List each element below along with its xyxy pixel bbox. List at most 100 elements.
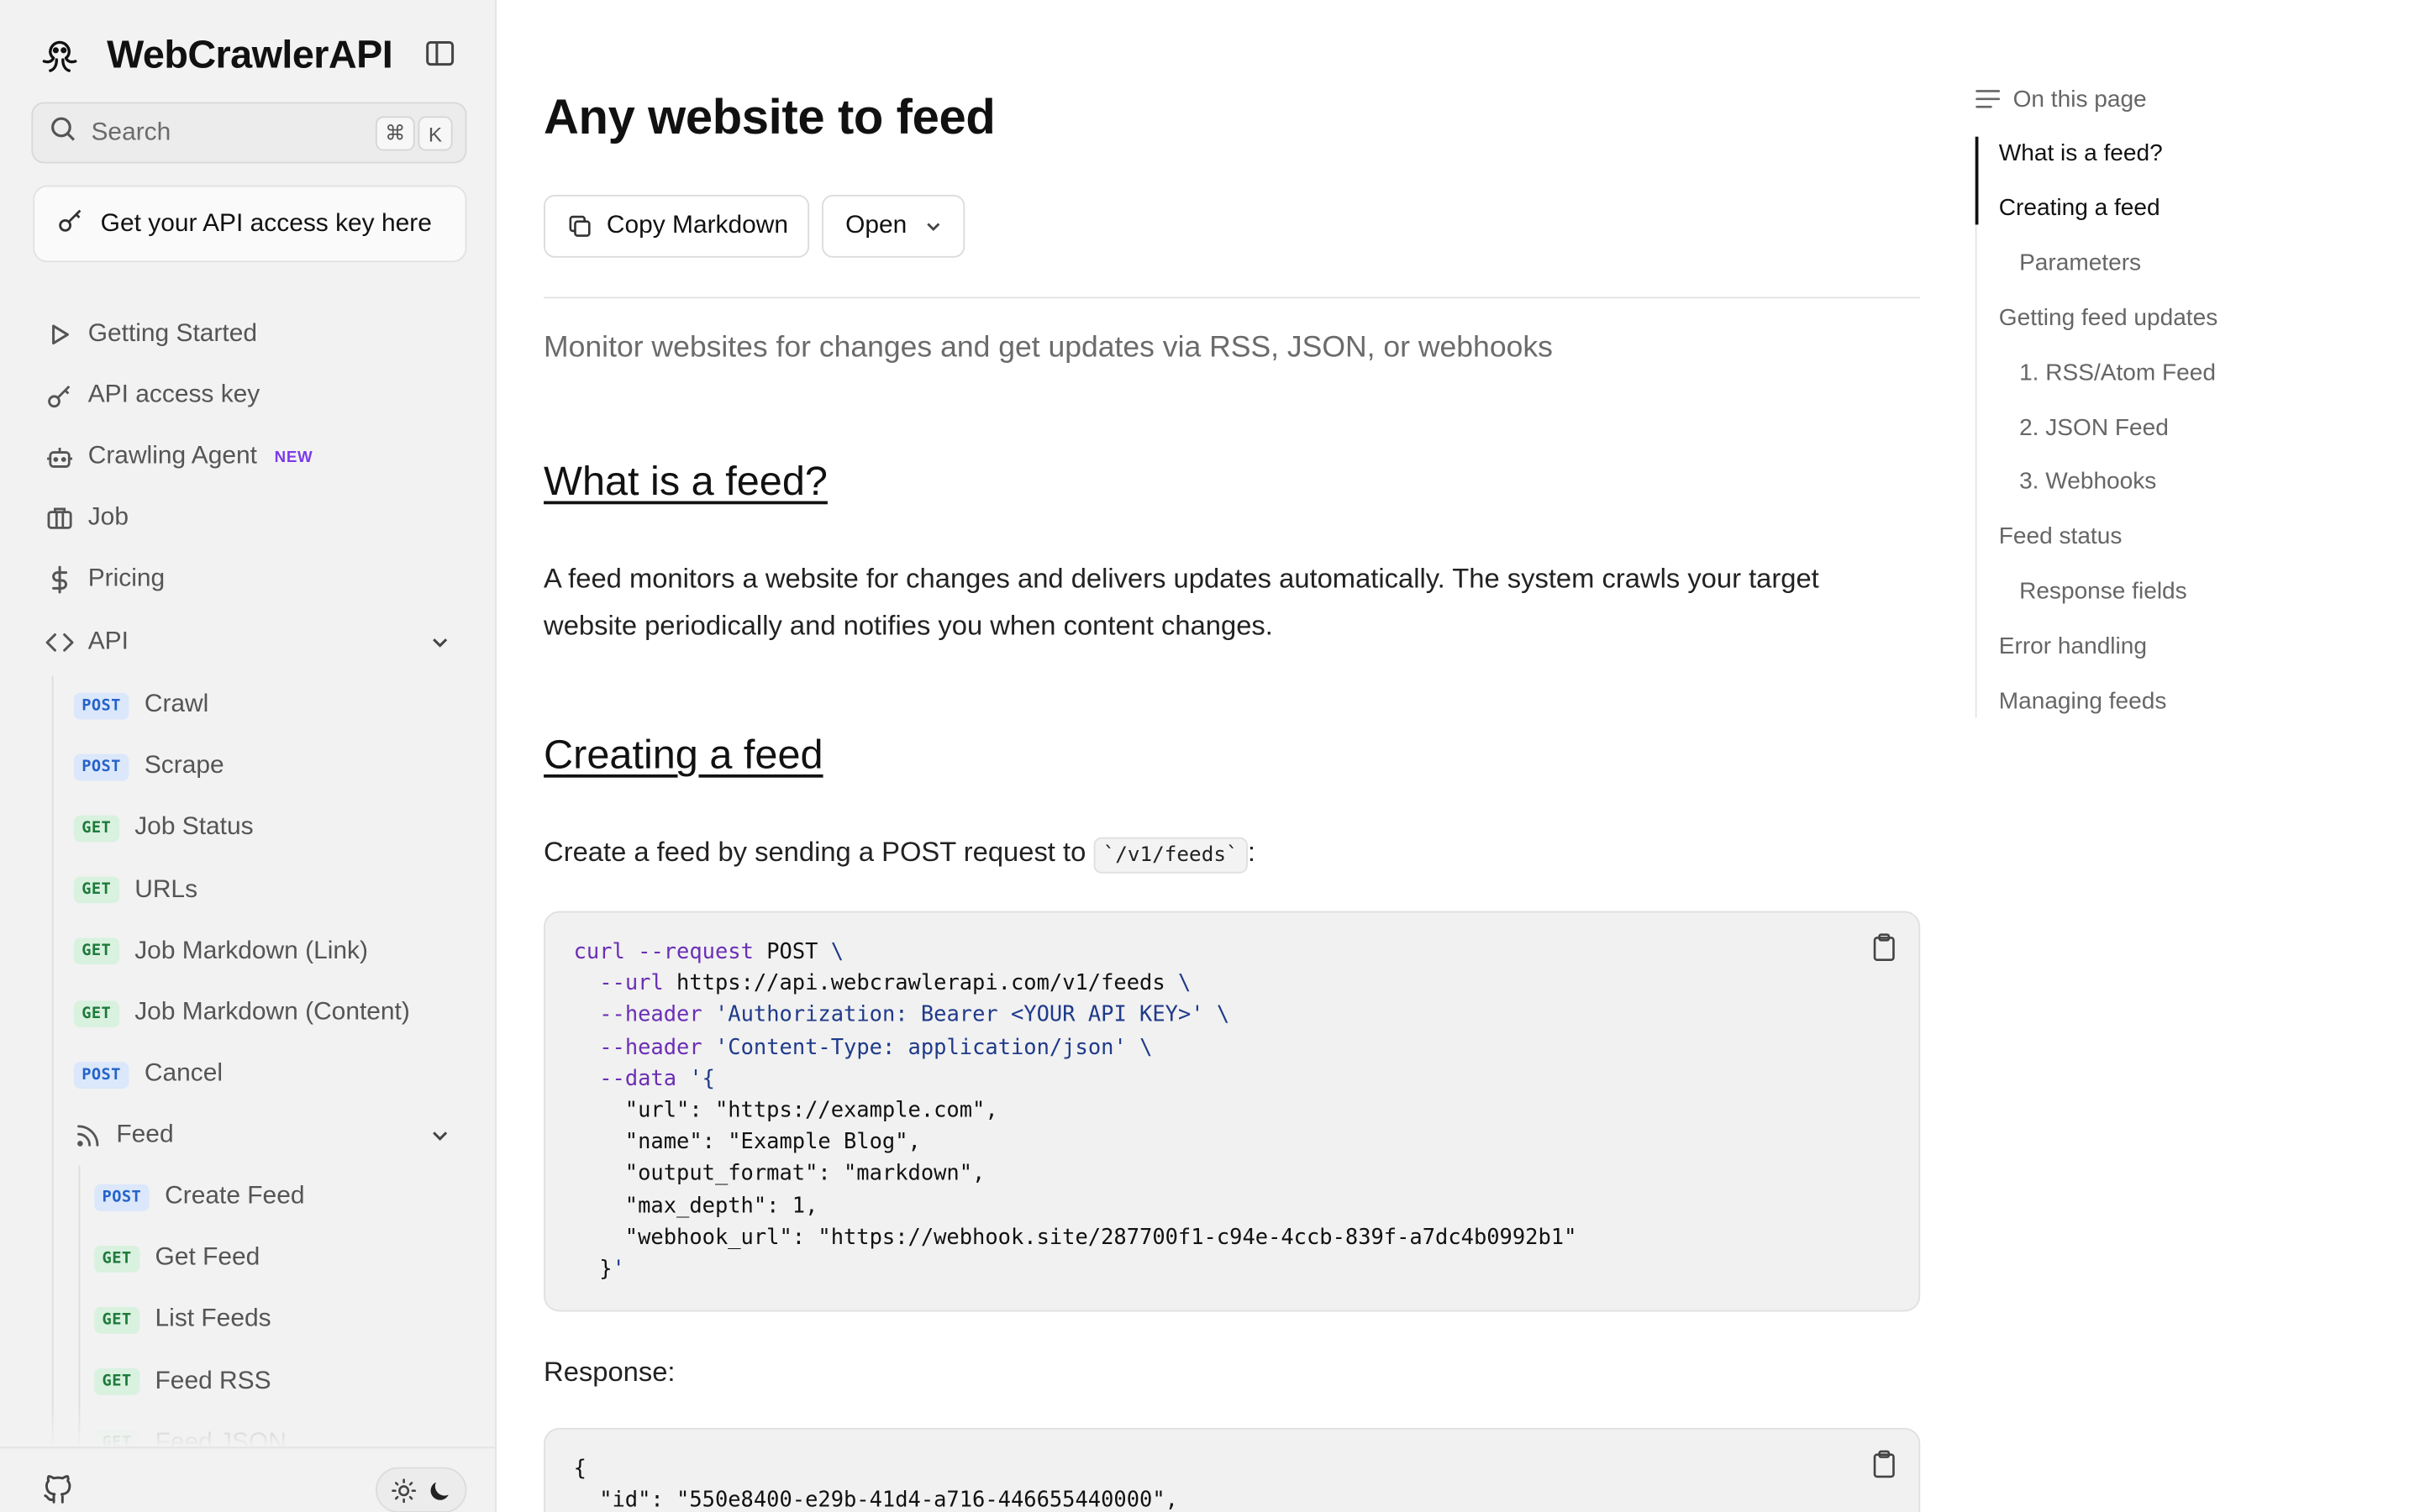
sidebar-footer	[0, 1446, 496, 1512]
toc-item-managing-feeds[interactable]: Managing feeds	[1999, 688, 2167, 715]
moon-icon[interactable]	[427, 1478, 452, 1503]
api-key-cta-button[interactable]: Get your API access key here	[33, 185, 467, 263]
toc-item-error-handling[interactable]: Error handling	[1999, 633, 2147, 660]
method-badge: GET	[73, 876, 119, 904]
code-block-response: { "id": "550e8400-e29b-41d4-a716-4466554…	[544, 1427, 1921, 1512]
robot-icon	[44, 441, 75, 472]
toc-item-response-fields[interactable]: Response fields	[2019, 579, 2187, 606]
app-root: WebCrawlerAPI Search ⌘ K Get your API ac…	[0, 0, 2420, 1512]
kbd-k: K	[418, 116, 453, 151]
nav-label: API access key	[87, 381, 260, 409]
code-response: { "id": "550e8400-e29b-41d4-a716-4466554…	[573, 1456, 1178, 1512]
endpoint-label: Scrape	[144, 753, 224, 780]
toc-item-parameters[interactable]: Parameters	[2019, 249, 2141, 276]
toc-item-feed-status[interactable]: Feed status	[1999, 523, 2123, 550]
search-icon	[49, 115, 91, 151]
endpoint-label: Job Markdown (Link)	[134, 937, 368, 964]
chevron-down-icon[interactable]	[429, 1125, 451, 1155]
endpoint-create-feed[interactable]: POST Create Feed	[94, 1173, 304, 1221]
endpoint-label: Cancel	[144, 1060, 223, 1088]
endpoint-label: Crawl	[144, 690, 209, 718]
endpoint-scrape[interactable]: POST Scrape	[73, 743, 224, 790]
endpoint-label: Feed RSS	[155, 1368, 271, 1394]
sidebar: WebCrawlerAPI Search ⌘ K Get your API ac…	[0, 0, 497, 1512]
clipboard-icon[interactable]	[1871, 1450, 1897, 1486]
divider	[544, 297, 1921, 299]
github-icon[interactable]	[41, 1472, 76, 1512]
section2-text: Create a feed by sending a POST request …	[544, 835, 1094, 868]
endpoint-list-feeds[interactable]: GET List Feeds	[94, 1297, 271, 1344]
tree-line	[51, 675, 54, 1462]
endpoint-job-markdown-content[interactable]: GET Job Markdown (Content)	[73, 990, 410, 1037]
key-icon	[44, 381, 75, 412]
kbd-cmd: ⌘	[375, 116, 415, 151]
toc-item-3-webhooks[interactable]: 3. Webhooks	[2019, 469, 2156, 496]
toc-item-2-json-feed[interactable]: 2. JSON Feed	[2019, 414, 2169, 441]
copy-markdown-button[interactable]: Copy Markdown	[544, 194, 810, 258]
code-block-request: curl --request POST \ --url https://api.…	[544, 911, 1921, 1312]
toc-active-indicator	[1975, 136, 1979, 225]
scroll-fade	[0, 1407, 496, 1449]
open-dropdown-button[interactable]: Open	[822, 194, 965, 258]
clipboard-icon[interactable]	[1871, 933, 1897, 969]
octopus-logo-icon	[38, 33, 82, 76]
endpoint-job-status[interactable]: GET Job Status	[73, 805, 254, 852]
nav-crawling-agent[interactable]: Crawling Agent NEW	[31, 430, 468, 484]
nav-feed[interactable]: Feed	[63, 1109, 468, 1163]
main-content: Any website to feed Copy Markdown Open M…	[544, 0, 1921, 1512]
dollar-icon	[44, 564, 75, 595]
nav-label: Job	[87, 504, 129, 532]
endpoint-get-feed[interactable]: GET Get Feed	[94, 1235, 260, 1282]
nav-job[interactable]: Job	[31, 491, 468, 545]
heading-creating-a-feed[interactable]: Creating a feed	[544, 731, 823, 780]
section2-paragraph: Create a feed by sending a POST request …	[544, 828, 1895, 880]
toc-item-1-rss-atom-feed[interactable]: 1. RSS/Atom Feed	[2019, 359, 2216, 386]
endpoint-urls[interactable]: GET URLs	[73, 867, 198, 914]
toc-heading-label: On this page	[2012, 85, 2147, 113]
endpoint-job-markdown-link[interactable]: GET Job Markdown (Link)	[73, 928, 368, 975]
method-badge: POST	[73, 1061, 129, 1089]
toc-heading: On this page	[1975, 81, 2147, 116]
nav-api[interactable]: API	[31, 616, 468, 669]
sun-icon[interactable]	[391, 1478, 416, 1503]
inline-code-endpoint: `/v1/feeds`	[1093, 837, 1248, 874]
nav-label: Pricing	[87, 565, 166, 593]
briefcase-icon	[44, 502, 75, 533]
search-placeholder: Search	[91, 118, 171, 145]
endpoint-cancel[interactable]: POST Cancel	[73, 1051, 223, 1098]
section2-text-end: :	[1247, 835, 1255, 868]
brand[interactable]: WebCrawlerAPI	[38, 29, 393, 82]
toc-item-what-is-a-feed[interactable]: What is a feed?	[1999, 139, 2163, 166]
endpoint-label: Get Feed	[155, 1244, 260, 1272]
method-badge: GET	[73, 1000, 119, 1027]
method-badge: POST	[73, 691, 129, 719]
search-input[interactable]: Search ⌘ K	[31, 102, 467, 164]
nav-pricing[interactable]: Pricing	[31, 553, 468, 606]
method-badge: GET	[73, 938, 119, 965]
nav-label: Getting Started	[87, 320, 257, 348]
copy-markdown-label: Copy Markdown	[606, 212, 789, 239]
api-key-cta-label: Get your API access key here	[100, 209, 432, 237]
nav-label: Crawling Agent	[87, 443, 257, 470]
play-icon	[44, 319, 75, 350]
toc-item-getting-feed-updates[interactable]: Getting feed updates	[1999, 304, 2217, 331]
endpoint-label: Job Markdown (Content)	[134, 999, 410, 1026]
heading-what-is-a-feed[interactable]: What is a feed?	[544, 457, 828, 506]
endpoint-label: Job Status	[134, 814, 254, 842]
method-badge: GET	[94, 1368, 139, 1395]
toc-item-creating-a-feed[interactable]: Creating a feed	[1999, 195, 2160, 222]
chevron-down-icon[interactable]	[429, 632, 451, 662]
endpoint-label: URLs	[134, 875, 198, 903]
new-badge: NEW	[274, 448, 313, 466]
nav-getting-started[interactable]: Getting Started	[31, 308, 468, 362]
sidebar-toggle-icon[interactable]	[424, 38, 459, 69]
method-badge: GET	[73, 815, 119, 843]
nav-api-access-key[interactable]: API access key	[31, 369, 468, 423]
key-icon	[56, 206, 85, 242]
code-icon	[44, 627, 75, 658]
endpoint-feed-rss[interactable]: GET Feed RSS	[94, 1358, 271, 1405]
method-badge: POST	[94, 1184, 150, 1210]
endpoint-crawl[interactable]: POST Crawl	[73, 682, 209, 729]
copy-icon	[567, 213, 592, 239]
nav-label: API	[87, 628, 129, 655]
